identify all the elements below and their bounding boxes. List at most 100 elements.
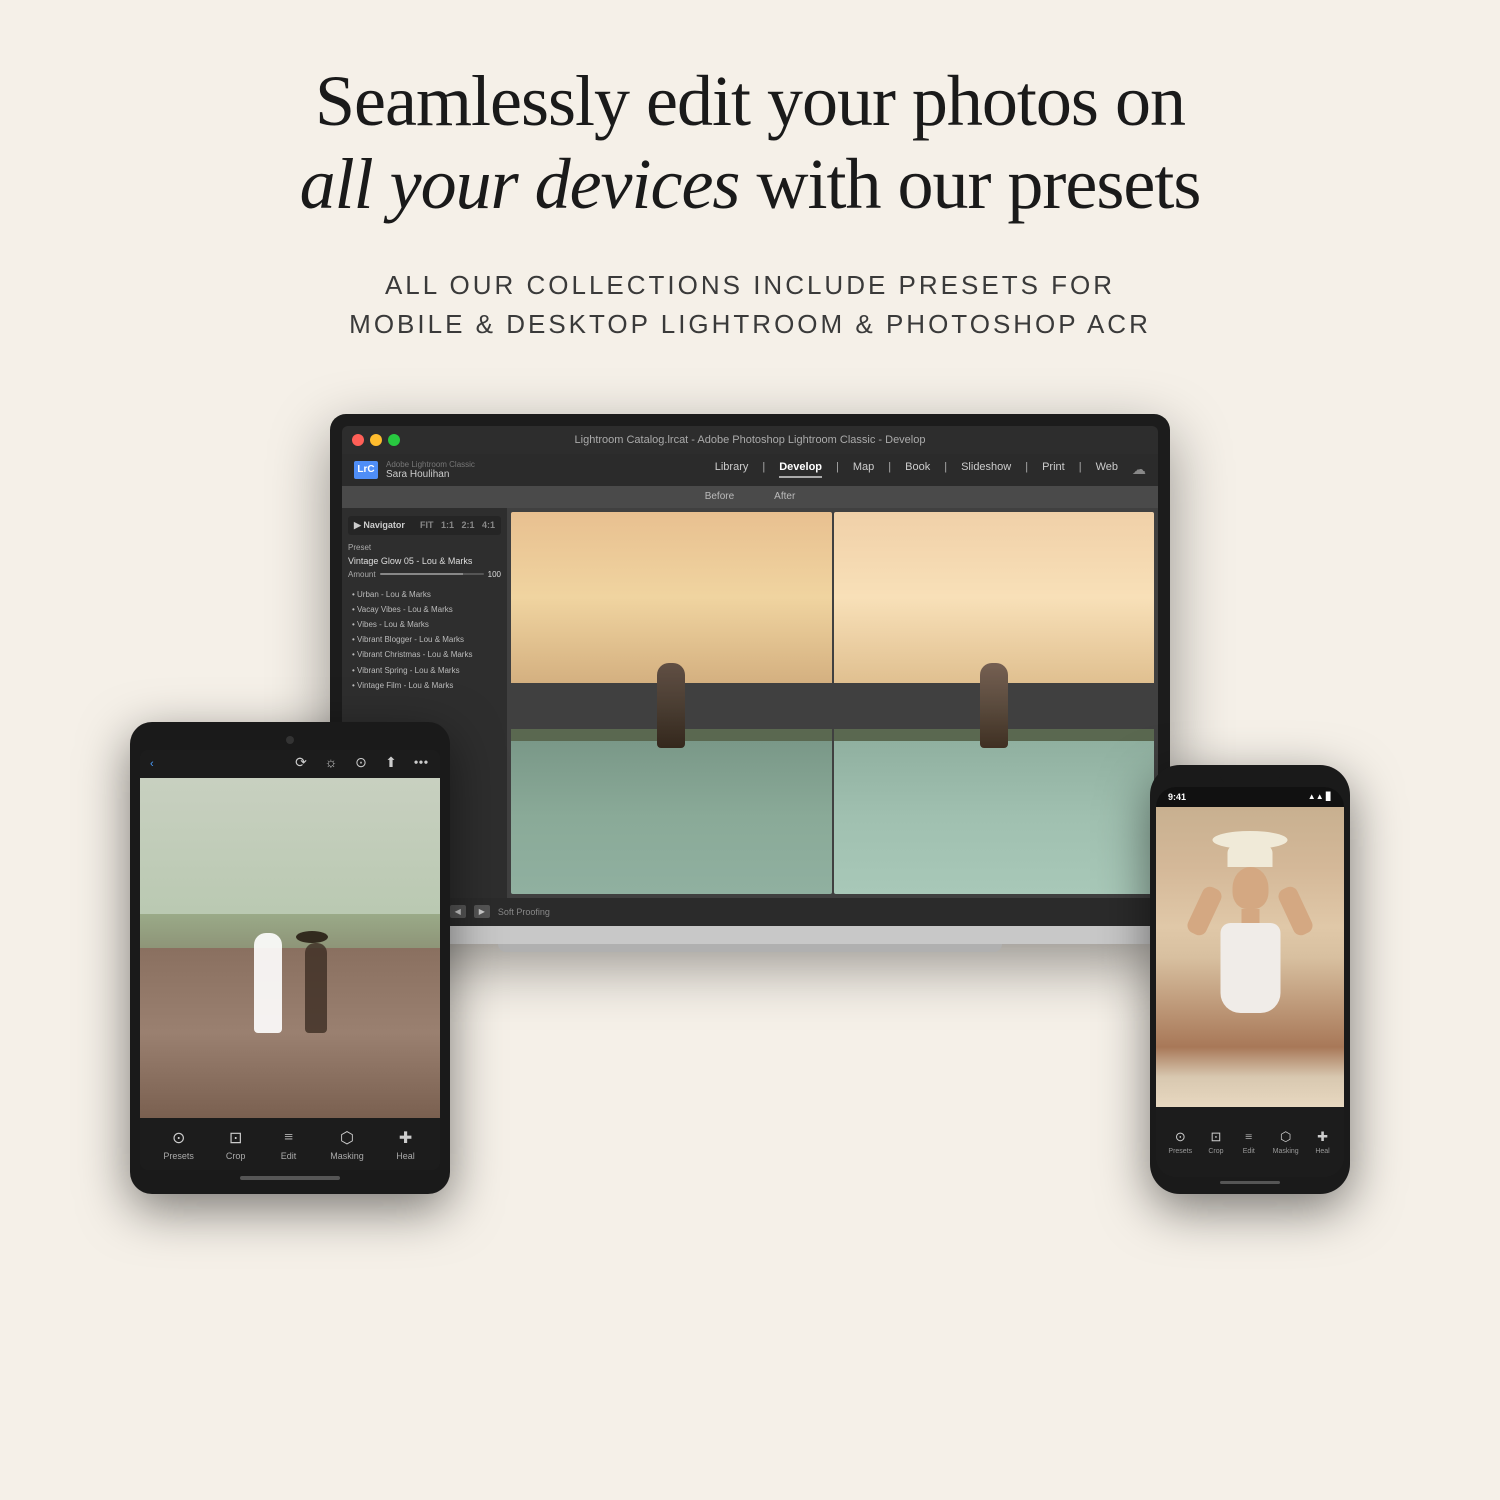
- lightroom-ui: LrC Adobe Lightroom Classic Sara Houliha…: [342, 454, 1158, 926]
- tablet-tool-presets[interactable]: ⊙ Presets: [163, 1127, 194, 1161]
- phone-time: 9:41: [1168, 792, 1186, 802]
- lr-logo: LrC: [354, 461, 378, 479]
- tablet-toolbar: ⊙ Presets ⊡ Crop ≡ Edit ⬡: [140, 1118, 440, 1170]
- phone-heal-label: Heal: [1315, 1148, 1329, 1155]
- dot-yellow[interactable]: [370, 434, 382, 446]
- phone-tool-masking[interactable]: ⬡ Masking: [1273, 1128, 1299, 1155]
- lr-next-btn[interactable]: ▶: [474, 905, 490, 918]
- phone-masking-label: Masking: [1273, 1148, 1299, 1155]
- phone-tool-presets[interactable]: ⊙ Presets: [1168, 1128, 1192, 1155]
- phone-toolbar: ⊙ Presets ⊡ Crop ≡ Edit ⬡: [1156, 1107, 1344, 1177]
- tablet-tool-crop[interactable]: ⊡ Crop: [225, 1127, 247, 1161]
- lr-navigator-header: ▶ Navigator FIT 1:1 2:1 4:1: [354, 520, 495, 531]
- lr-before-after-bar: Before After: [342, 486, 1158, 508]
- phone-device: 9:41 ▲▲ ▊: [1150, 765, 1350, 1194]
- lr-amount-slider[interactable]: [380, 573, 484, 575]
- tablet-tool-heal[interactable]: ✚ Heal: [395, 1127, 417, 1161]
- lr-center: [507, 508, 1158, 898]
- heal-icon: ✚: [395, 1127, 417, 1149]
- phone-photo-img: [1156, 807, 1344, 1107]
- lr-preset-name: Vintage Glow 05 - Lou & Marks: [348, 556, 501, 566]
- lr-nav: Library | Develop | Map | Book | Slidesh…: [715, 461, 1146, 478]
- phone-presets-label: Presets: [1168, 1148, 1192, 1155]
- lr-nav-slideshow[interactable]: Slideshow: [961, 461, 1011, 478]
- presets-label: Presets: [163, 1151, 194, 1161]
- tablet-more-icon[interactable]: •••: [412, 755, 430, 773]
- lr-photo-after: [834, 512, 1155, 894]
- edit-label: Edit: [281, 1151, 297, 1161]
- tablet-star-icon[interactable]: ⊙: [352, 755, 370, 773]
- phone-crop-icon: ⊡: [1207, 1128, 1225, 1146]
- phone-crop-label: Crop: [1208, 1148, 1223, 1155]
- tablet-share-icon[interactable]: ⬆: [382, 755, 400, 773]
- lr-soft-proofing: Soft Proofing: [498, 907, 550, 917]
- phone-masking-icon: ⬡: [1277, 1128, 1295, 1146]
- dot-red[interactable]: [352, 434, 364, 446]
- lr-topbar: LrC Adobe Lightroom Classic Sara Houliha…: [342, 454, 1158, 486]
- phone-heal-icon: ✚: [1314, 1128, 1332, 1146]
- lr-preset-list: • Urban - Lou & Marks • Vacay Vibes - Lo…: [348, 587, 501, 693]
- tablet-camera: [286, 736, 294, 744]
- laptop-base: [342, 926, 1158, 944]
- headline-line1: Seamlessly edit your photos on: [315, 61, 1185, 141]
- laptop-device: Lightroom Catalog.lrcat - Adobe Photosho…: [330, 414, 1170, 952]
- lr-nav-library[interactable]: Library: [715, 461, 749, 478]
- tablet-home-indicator: [240, 1176, 340, 1180]
- lr-nav-develop[interactable]: Develop: [779, 461, 822, 478]
- lr-main: ▶ Navigator FIT 1:1 2:1 4:1 Preset Vinta…: [342, 508, 1158, 898]
- tablet-tool-masking[interactable]: ⬡ Masking: [330, 1127, 364, 1161]
- phone-presets-icon: ⊙: [1171, 1128, 1189, 1146]
- lr-amount-row: Amount 100: [348, 570, 501, 579]
- lr-logo-area: LrC Adobe Lightroom Classic Sara Houliha…: [354, 460, 475, 480]
- headline-normal: with our presets: [739, 144, 1200, 224]
- phone-photo: [1156, 807, 1344, 1107]
- tablet-back-button[interactable]: ‹: [150, 758, 154, 770]
- phone-tool-edit[interactable]: ≡ Edit: [1240, 1128, 1258, 1155]
- list-item[interactable]: • Vibrant Spring - Lou & Marks: [348, 663, 501, 678]
- subheadline: ALL OUR COLLECTIONS INCLUDE PRESETS FOR …: [349, 266, 1151, 344]
- list-item[interactable]: • Vintage Film - Lou & Marks: [348, 678, 501, 693]
- lr-bottom-bar: ▦ Before & After... ◀ ▶ Soft Proofing: [342, 898, 1158, 926]
- crop-label: Crop: [226, 1151, 246, 1161]
- phone-tool-crop[interactable]: ⊡ Crop: [1207, 1128, 1225, 1155]
- main-headline: Seamlessly edit your photos on all your …: [300, 60, 1201, 226]
- devices-container: Lightroom Catalog.lrcat - Adobe Photosho…: [150, 414, 1350, 1194]
- list-item[interactable]: • Vibes - Lou & Marks: [348, 617, 501, 632]
- list-item[interactable]: • Vibrant Blogger - Lou & Marks: [348, 632, 501, 647]
- page-container: Seamlessly edit your photos on all your …: [0, 0, 1500, 1500]
- list-item[interactable]: • Urban - Lou & Marks: [348, 587, 501, 602]
- crop-icon: ⊡: [225, 1127, 247, 1149]
- tablet-tool-edit[interactable]: ≡ Edit: [277, 1127, 299, 1161]
- lr-user: Sara Houlihan: [386, 469, 475, 480]
- phone-tool-heal[interactable]: ✚ Heal: [1314, 1128, 1332, 1155]
- tablet-icons: ⟳ ☼ ⊙ ⬆ •••: [292, 755, 430, 773]
- lr-navigator: ▶ Navigator FIT 1:1 2:1 4:1: [348, 516, 501, 535]
- phone-edit-label: Edit: [1243, 1148, 1255, 1155]
- tablet-rotate-icon[interactable]: ⟳: [292, 755, 310, 773]
- lr-nav-book[interactable]: Book: [905, 461, 930, 478]
- dot-green[interactable]: [388, 434, 400, 446]
- tablet-photo-area: [140, 778, 440, 1118]
- tablet-body: ‹ ⟳ ☼ ⊙ ⬆ •••: [130, 722, 450, 1194]
- lr-photo-before: [511, 512, 832, 894]
- laptop-titlebar: Lightroom Catalog.lrcat - Adobe Photosho…: [342, 426, 1158, 454]
- titlebar-text: Lightroom Catalog.lrcat - Adobe Photosho…: [575, 434, 926, 446]
- headline-italic: all your devices: [300, 144, 740, 224]
- tablet-sun-icon[interactable]: ☼: [322, 755, 340, 773]
- lr-preset-label: Preset: [348, 543, 501, 552]
- lr-nav-web[interactable]: Web: [1096, 461, 1118, 478]
- lr-nav-map[interactable]: Map: [853, 461, 874, 478]
- phone-status-icons: ▲▲ ▊: [1308, 792, 1332, 801]
- lr-nav-print[interactable]: Print: [1042, 461, 1065, 478]
- lr-prev-btn[interactable]: ◀: [450, 905, 466, 918]
- laptop-bezel: Lightroom Catalog.lrcat - Adobe Photosho…: [330, 414, 1170, 944]
- phone-screen: 9:41 ▲▲ ▊: [1156, 787, 1344, 1177]
- list-item[interactable]: • Vibrant Christmas - Lou & Marks: [348, 647, 501, 662]
- after-label: After: [774, 491, 795, 502]
- masking-icon: ⬡: [336, 1127, 358, 1149]
- edit-icon: ≡: [277, 1127, 299, 1149]
- tablet-device: ‹ ⟳ ☼ ⊙ ⬆ •••: [130, 722, 450, 1194]
- heal-label: Heal: [396, 1151, 415, 1161]
- list-item[interactable]: • Vacay Vibes - Lou & Marks: [348, 602, 501, 617]
- before-label: Before: [705, 491, 734, 502]
